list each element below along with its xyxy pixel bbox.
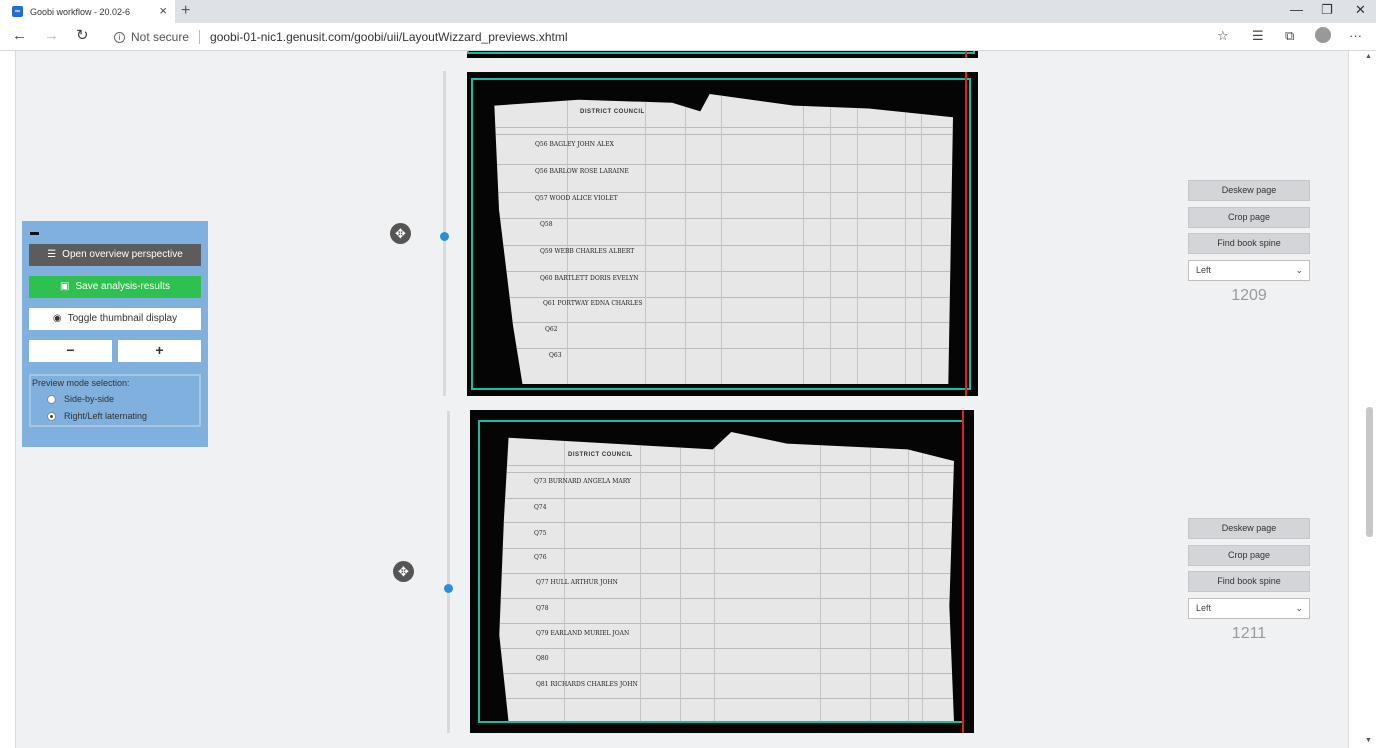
vertical-scrollbar[interactable]: ▲ ▼ [1362, 51, 1376, 748]
crop-frame [467, 51, 975, 54]
move-arrows-icon[interactable]: ✥ [390, 223, 411, 244]
tab-close-icon[interactable]: × [159, 4, 167, 18]
goobi-favicon-icon: ∞ [12, 6, 23, 17]
close-window-icon[interactable]: ✕ [1355, 2, 1366, 18]
deskew-page-button[interactable]: Deskew page [1188, 180, 1310, 201]
mode-option-side-by-side[interactable]: Side-by-side [47, 394, 114, 404]
list-icon: ☰ [47, 249, 57, 260]
find-book-spine-button[interactable]: Find book spine [1188, 571, 1310, 592]
info-icon[interactable]: i [114, 31, 125, 43]
overview-label: Open overview perspective [62, 249, 183, 260]
page-divider [447, 411, 450, 733]
favorites-list-icon[interactable]: ☰ [1252, 28, 1264, 44]
mode-option-label: Right/Left laternating [64, 411, 148, 421]
url-text: goobi-01-nic1.genusit.com/goobi/uii/Layo… [210, 30, 568, 44]
crop-frame[interactable] [471, 78, 971, 390]
save-label: Save analysis-results [75, 281, 170, 292]
page-side-value: Left [1196, 265, 1212, 275]
scroll-down-icon[interactable]: ▼ [1365, 737, 1372, 744]
security-label: Not secure [131, 30, 190, 44]
url-field[interactable]: i Not secure goobi-01-nic1.genusit.com/g… [104, 27, 1244, 47]
spine-line [965, 51, 967, 58]
preview-mode-selection: Preview mode selection: Side-by-side Rig… [29, 374, 201, 427]
preview-area: ✥ DISTRICT COUNCIL Q56 BAGLEY JOHN ALEX … [15, 51, 1349, 748]
radio-button[interactable] [47, 394, 56, 404]
page-viewport: ✥ DISTRICT COUNCIL Q56 BAGLEY JOHN ALEX … [0, 51, 1376, 748]
mode-option-right-left[interactable]: Right/Left laternating [47, 411, 147, 421]
chevron-down-icon: ⌄ [1295, 603, 1303, 613]
spine-line[interactable] [965, 72, 967, 396]
crop-page-button[interactable]: Crop page [1188, 207, 1310, 228]
browser-tab[interactable]: ∞ Goobi workflow - 20.02-6 × [0, 0, 175, 23]
mode-option-label: Side-by-side [64, 394, 115, 404]
deskew-page-button[interactable]: Deskew page [1188, 518, 1310, 539]
browser-tab-bar: ∞ Goobi workflow - 20.02-6 × + — ❐ ✕ [0, 0, 1376, 23]
more-menu-icon[interactable]: ··· [1349, 28, 1362, 44]
scan-partial-top [467, 51, 978, 58]
crop-frame[interactable] [478, 420, 964, 723]
save-results-button[interactable]: ▣ Save analysis-results [29, 276, 201, 298]
new-tab-button[interactable]: + [181, 1, 190, 21]
save-icon: ▣ [60, 281, 70, 292]
page-side-select[interactable]: Left ⌄ [1188, 598, 1310, 619]
layout-wizard-panel: ☰ Open overview perspective ▣ Save analysi… [22, 221, 208, 447]
refresh-icon[interactable]: ↻ [76, 27, 89, 45]
spine-handle[interactable] [440, 232, 449, 241]
scan-image-1211: DISTRICT COUNCIL Q73 BURNARD ANGELA MARY… [470, 410, 974, 733]
eye-icon: ◉ [52, 313, 62, 324]
crop-page-button[interactable]: Crop page [1188, 545, 1310, 566]
address-bar: ← → ↻ i Not secure goobi-01-nic1.genusit… [0, 23, 1376, 51]
collections-icon[interactable]: ⧉ [1285, 28, 1294, 44]
move-arrows-icon[interactable]: ✥ [393, 561, 414, 582]
scrollbar-thumb[interactable] [1366, 407, 1373, 537]
radio-button[interactable] [47, 411, 56, 421]
forward-icon: → [44, 27, 59, 44]
collapse-panel-icon[interactable] [30, 232, 39, 235]
spine-line[interactable] [962, 410, 964, 733]
page-number: 1211 [1231, 625, 1267, 642]
scan-image-1209: DISTRICT COUNCIL Q56 BAGLEY JOHN ALEX Q5… [467, 72, 978, 396]
url-separator [199, 30, 201, 44]
page-side-select[interactable]: Left ⌄ [1188, 260, 1310, 281]
page-side-value: Left [1196, 603, 1212, 613]
restore-icon[interactable]: ❐ [1321, 2, 1333, 18]
back-icon[interactable]: ← [12, 27, 27, 45]
zoom-in-button[interactable]: + [118, 340, 201, 362]
page-number: 1209 [1231, 287, 1267, 304]
tab-title: Goobi workflow - 20.02-6 [30, 6, 131, 17]
scroll-up-icon[interactable]: ▲ [1365, 53, 1372, 60]
profile-avatar[interactable] [1315, 27, 1331, 43]
preview-mode-label: Preview mode selection: [32, 378, 130, 388]
zoom-out-button[interactable]: − [29, 340, 112, 362]
favorite-star-icon[interactable]: ☆ [1217, 28, 1229, 44]
chevron-down-icon: ⌄ [1295, 265, 1303, 275]
minimize-icon[interactable]: — [1290, 2, 1303, 18]
find-book-spine-button[interactable]: Find book spine [1188, 233, 1310, 254]
thumbnail-label: Toggle thumbnail display [67, 313, 178, 324]
spine-handle[interactable] [444, 584, 453, 593]
toggle-thumbnail-button[interactable]: ◉ Toggle thumbnail display [29, 308, 201, 330]
open-overview-button[interactable]: ☰ Open overview perspective [29, 244, 201, 266]
